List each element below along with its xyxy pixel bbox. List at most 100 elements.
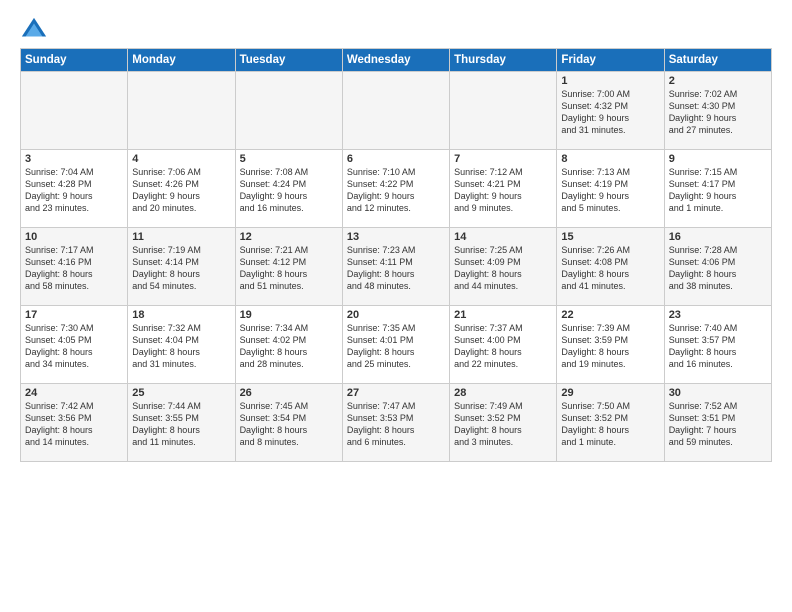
header-cell-monday: Monday <box>128 49 235 72</box>
day-number: 4 <box>132 153 230 165</box>
day-cell: 10Sunrise: 7:17 AM Sunset: 4:16 PM Dayli… <box>21 228 128 306</box>
header-cell-tuesday: Tuesday <box>235 49 342 72</box>
header <box>20 16 772 44</box>
day-cell: 23Sunrise: 7:40 AM Sunset: 3:57 PM Dayli… <box>664 306 771 384</box>
day-cell: 27Sunrise: 7:47 AM Sunset: 3:53 PM Dayli… <box>342 384 449 462</box>
week-row-1: 1Sunrise: 7:00 AM Sunset: 4:32 PM Daylig… <box>21 72 772 150</box>
day-number: 26 <box>240 387 338 399</box>
day-number: 7 <box>454 153 552 165</box>
day-cell: 28Sunrise: 7:49 AM Sunset: 3:52 PM Dayli… <box>450 384 557 462</box>
header-cell-saturday: Saturday <box>664 49 771 72</box>
day-cell <box>235 72 342 150</box>
day-info: Sunrise: 7:35 AM Sunset: 4:01 PM Dayligh… <box>347 322 445 371</box>
day-cell: 14Sunrise: 7:25 AM Sunset: 4:09 PM Dayli… <box>450 228 557 306</box>
day-info: Sunrise: 7:50 AM Sunset: 3:52 PM Dayligh… <box>561 400 659 449</box>
day-cell: 3Sunrise: 7:04 AM Sunset: 4:28 PM Daylig… <box>21 150 128 228</box>
day-number: 8 <box>561 153 659 165</box>
day-info: Sunrise: 7:13 AM Sunset: 4:19 PM Dayligh… <box>561 166 659 215</box>
day-number: 2 <box>669 75 767 87</box>
day-info: Sunrise: 7:47 AM Sunset: 3:53 PM Dayligh… <box>347 400 445 449</box>
day-info: Sunrise: 7:00 AM Sunset: 4:32 PM Dayligh… <box>561 88 659 137</box>
day-info: Sunrise: 7:10 AM Sunset: 4:22 PM Dayligh… <box>347 166 445 215</box>
day-number: 16 <box>669 231 767 243</box>
day-number: 24 <box>25 387 123 399</box>
day-number: 17 <box>25 309 123 321</box>
day-cell: 22Sunrise: 7:39 AM Sunset: 3:59 PM Dayli… <box>557 306 664 384</box>
day-info: Sunrise: 7:52 AM Sunset: 3:51 PM Dayligh… <box>669 400 767 449</box>
day-number: 3 <box>25 153 123 165</box>
day-info: Sunrise: 7:25 AM Sunset: 4:09 PM Dayligh… <box>454 244 552 293</box>
day-cell: 16Sunrise: 7:28 AM Sunset: 4:06 PM Dayli… <box>664 228 771 306</box>
day-info: Sunrise: 7:28 AM Sunset: 4:06 PM Dayligh… <box>669 244 767 293</box>
day-info: Sunrise: 7:37 AM Sunset: 4:00 PM Dayligh… <box>454 322 552 371</box>
day-cell <box>450 72 557 150</box>
day-cell: 11Sunrise: 7:19 AM Sunset: 4:14 PM Dayli… <box>128 228 235 306</box>
day-cell: 25Sunrise: 7:44 AM Sunset: 3:55 PM Dayli… <box>128 384 235 462</box>
week-row-5: 24Sunrise: 7:42 AM Sunset: 3:56 PM Dayli… <box>21 384 772 462</box>
day-cell: 21Sunrise: 7:37 AM Sunset: 4:00 PM Dayli… <box>450 306 557 384</box>
header-cell-thursday: Thursday <box>450 49 557 72</box>
day-cell: 17Sunrise: 7:30 AM Sunset: 4:05 PM Dayli… <box>21 306 128 384</box>
day-number: 19 <box>240 309 338 321</box>
day-info: Sunrise: 7:26 AM Sunset: 4:08 PM Dayligh… <box>561 244 659 293</box>
day-number: 27 <box>347 387 445 399</box>
day-cell: 29Sunrise: 7:50 AM Sunset: 3:52 PM Dayli… <box>557 384 664 462</box>
logo-icon <box>20 16 48 44</box>
day-info: Sunrise: 7:42 AM Sunset: 3:56 PM Dayligh… <box>25 400 123 449</box>
day-info: Sunrise: 7:30 AM Sunset: 4:05 PM Dayligh… <box>25 322 123 371</box>
day-info: Sunrise: 7:06 AM Sunset: 4:26 PM Dayligh… <box>132 166 230 215</box>
logo <box>20 16 52 44</box>
week-row-3: 10Sunrise: 7:17 AM Sunset: 4:16 PM Dayli… <box>21 228 772 306</box>
day-number: 6 <box>347 153 445 165</box>
day-cell: 9Sunrise: 7:15 AM Sunset: 4:17 PM Daylig… <box>664 150 771 228</box>
day-number: 11 <box>132 231 230 243</box>
day-number: 21 <box>454 309 552 321</box>
day-cell <box>342 72 449 150</box>
day-number: 1 <box>561 75 659 87</box>
day-cell <box>21 72 128 150</box>
day-info: Sunrise: 7:02 AM Sunset: 4:30 PM Dayligh… <box>669 88 767 137</box>
day-cell: 2Sunrise: 7:02 AM Sunset: 4:30 PM Daylig… <box>664 72 771 150</box>
day-number: 18 <box>132 309 230 321</box>
day-info: Sunrise: 7:23 AM Sunset: 4:11 PM Dayligh… <box>347 244 445 293</box>
day-info: Sunrise: 7:45 AM Sunset: 3:54 PM Dayligh… <box>240 400 338 449</box>
day-number: 5 <box>240 153 338 165</box>
day-number: 22 <box>561 309 659 321</box>
day-number: 10 <box>25 231 123 243</box>
day-cell: 7Sunrise: 7:12 AM Sunset: 4:21 PM Daylig… <box>450 150 557 228</box>
day-number: 23 <box>669 309 767 321</box>
day-cell: 24Sunrise: 7:42 AM Sunset: 3:56 PM Dayli… <box>21 384 128 462</box>
day-info: Sunrise: 7:39 AM Sunset: 3:59 PM Dayligh… <box>561 322 659 371</box>
day-cell: 1Sunrise: 7:00 AM Sunset: 4:32 PM Daylig… <box>557 72 664 150</box>
calendar-page: SundayMondayTuesdayWednesdayThursdayFrid… <box>0 0 792 472</box>
calendar-table: SundayMondayTuesdayWednesdayThursdayFrid… <box>20 48 772 462</box>
day-number: 28 <box>454 387 552 399</box>
day-cell: 20Sunrise: 7:35 AM Sunset: 4:01 PM Dayli… <box>342 306 449 384</box>
day-info: Sunrise: 7:49 AM Sunset: 3:52 PM Dayligh… <box>454 400 552 449</box>
day-cell: 8Sunrise: 7:13 AM Sunset: 4:19 PM Daylig… <box>557 150 664 228</box>
day-cell: 12Sunrise: 7:21 AM Sunset: 4:12 PM Dayli… <box>235 228 342 306</box>
header-cell-friday: Friday <box>557 49 664 72</box>
day-number: 14 <box>454 231 552 243</box>
day-number: 15 <box>561 231 659 243</box>
day-info: Sunrise: 7:44 AM Sunset: 3:55 PM Dayligh… <box>132 400 230 449</box>
day-cell: 26Sunrise: 7:45 AM Sunset: 3:54 PM Dayli… <box>235 384 342 462</box>
day-info: Sunrise: 7:19 AM Sunset: 4:14 PM Dayligh… <box>132 244 230 293</box>
day-info: Sunrise: 7:15 AM Sunset: 4:17 PM Dayligh… <box>669 166 767 215</box>
day-number: 25 <box>132 387 230 399</box>
week-row-2: 3Sunrise: 7:04 AM Sunset: 4:28 PM Daylig… <box>21 150 772 228</box>
day-cell: 6Sunrise: 7:10 AM Sunset: 4:22 PM Daylig… <box>342 150 449 228</box>
day-info: Sunrise: 7:40 AM Sunset: 3:57 PM Dayligh… <box>669 322 767 371</box>
header-row: SundayMondayTuesdayWednesdayThursdayFrid… <box>21 49 772 72</box>
day-number: 29 <box>561 387 659 399</box>
day-info: Sunrise: 7:34 AM Sunset: 4:02 PM Dayligh… <box>240 322 338 371</box>
day-cell: 18Sunrise: 7:32 AM Sunset: 4:04 PM Dayli… <box>128 306 235 384</box>
header-cell-sunday: Sunday <box>21 49 128 72</box>
day-number: 13 <box>347 231 445 243</box>
day-cell: 5Sunrise: 7:08 AM Sunset: 4:24 PM Daylig… <box>235 150 342 228</box>
day-info: Sunrise: 7:17 AM Sunset: 4:16 PM Dayligh… <box>25 244 123 293</box>
week-row-4: 17Sunrise: 7:30 AM Sunset: 4:05 PM Dayli… <box>21 306 772 384</box>
day-cell <box>128 72 235 150</box>
day-info: Sunrise: 7:08 AM Sunset: 4:24 PM Dayligh… <box>240 166 338 215</box>
day-info: Sunrise: 7:04 AM Sunset: 4:28 PM Dayligh… <box>25 166 123 215</box>
